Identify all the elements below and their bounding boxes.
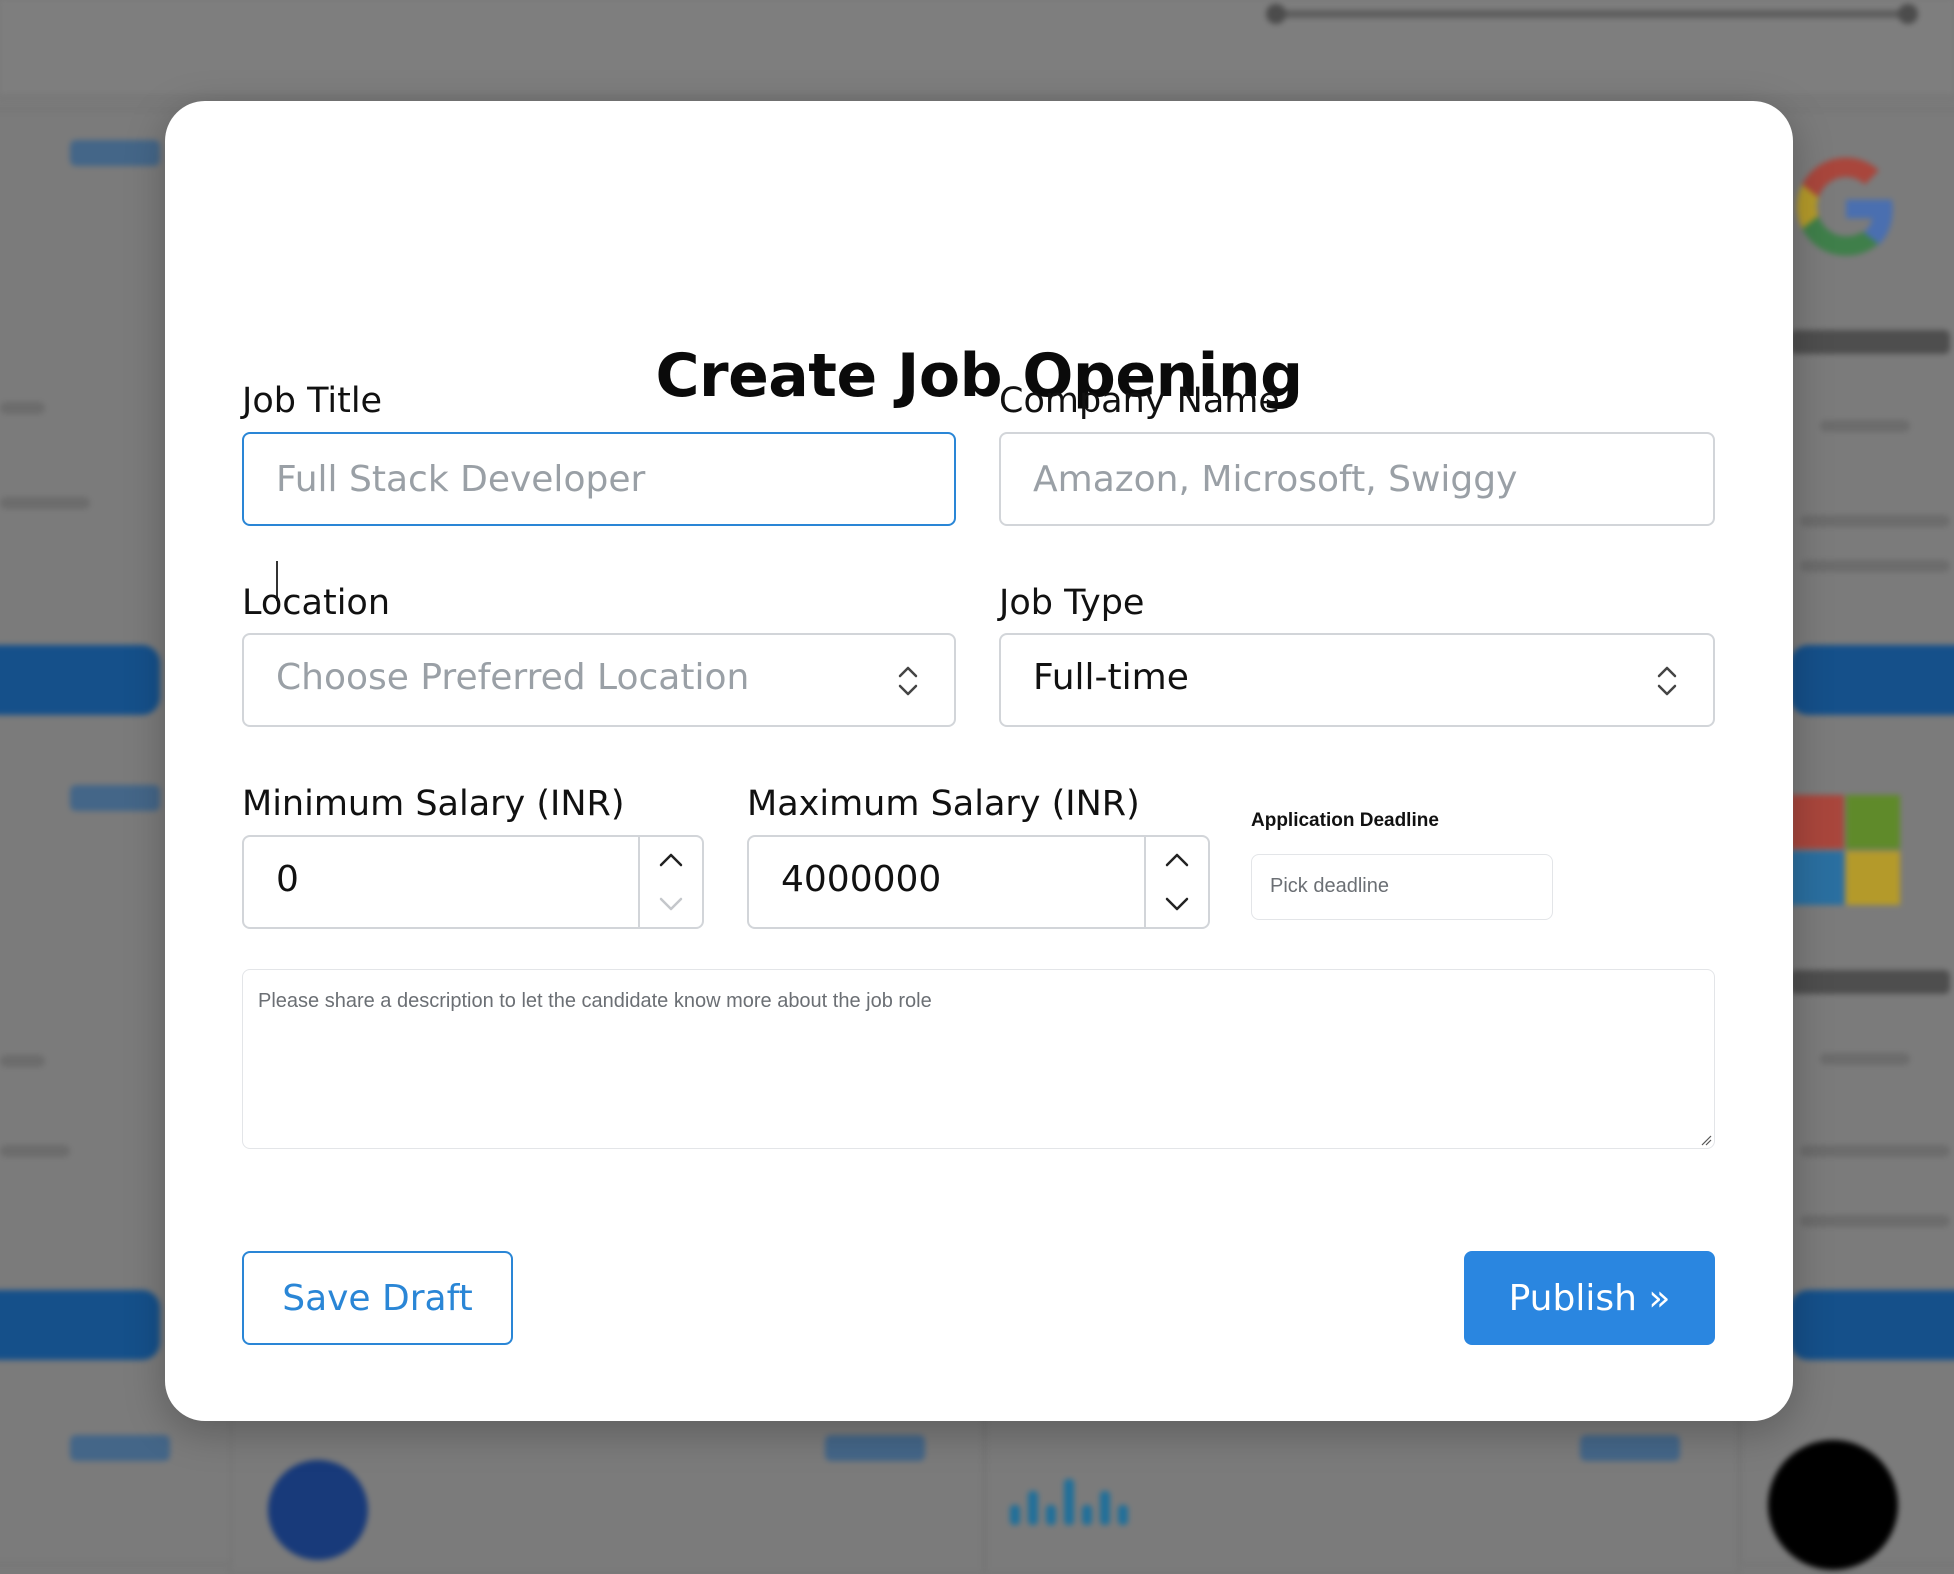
background-text bbox=[0, 402, 45, 414]
min-salary-spinner bbox=[638, 837, 702, 927]
max-salary-label: Maximum Salary (INR) bbox=[747, 784, 1140, 824]
min-salary-input[interactable]: 0 bbox=[242, 835, 704, 929]
background-text bbox=[1800, 515, 1950, 527]
uber-logo bbox=[1768, 1440, 1898, 1570]
google-logo bbox=[1797, 157, 1893, 256]
background-text bbox=[0, 1145, 70, 1157]
background-apply-button bbox=[0, 1290, 160, 1360]
background-chip bbox=[70, 785, 160, 811]
background-text bbox=[1800, 1145, 1950, 1157]
microsoft-logo-tile bbox=[1846, 795, 1900, 849]
cisco-logo-bar bbox=[1100, 1491, 1110, 1525]
background-chip bbox=[1580, 1435, 1680, 1461]
location-select-value: Choose Preferred Location bbox=[276, 657, 750, 698]
deadline-picker[interactable]: Pick deadline bbox=[1251, 854, 1553, 920]
chevron-up-down-icon bbox=[898, 666, 918, 696]
description-textarea[interactable]: Please share a description to let the ca… bbox=[242, 969, 1715, 1149]
cisco-logo-bar bbox=[1064, 1479, 1074, 1525]
background-text bbox=[1820, 1053, 1910, 1065]
min-salary-value: 0 bbox=[276, 859, 299, 900]
cisco-logo bbox=[1010, 1465, 1140, 1525]
chevron-up-icon[interactable] bbox=[1163, 851, 1191, 869]
cisco-logo-bar bbox=[1046, 1505, 1056, 1525]
chevron-down-icon[interactable] bbox=[657, 895, 685, 913]
publish-button[interactable]: Publish » bbox=[1464, 1251, 1715, 1345]
background-topbar bbox=[0, 0, 1954, 97]
background-apply-button bbox=[1790, 645, 1954, 715]
job-type-label: Job Type bbox=[999, 583, 1145, 623]
cisco-logo-bar bbox=[1010, 1505, 1020, 1525]
resize-handle-icon[interactable] bbox=[1700, 1134, 1712, 1146]
microsoft-logo-tile bbox=[1790, 795, 1844, 849]
min-salary-label: Minimum Salary (INR) bbox=[242, 784, 625, 824]
background-chip bbox=[70, 1435, 170, 1461]
create-job-modal: Create Job Opening Job Title Company Nam… bbox=[165, 101, 1793, 1421]
background-text bbox=[0, 497, 90, 509]
cisco-logo-bar bbox=[1028, 1491, 1038, 1525]
max-salary-value: 4000000 bbox=[781, 859, 942, 900]
company-name-label: Company Name bbox=[999, 381, 1280, 421]
background-apply-button bbox=[1790, 1290, 1954, 1360]
modal-title: Create Job Opening bbox=[655, 341, 1303, 411]
background-text bbox=[1800, 1215, 1950, 1227]
max-salary-spinner bbox=[1144, 837, 1208, 927]
location-label: Location bbox=[242, 583, 391, 623]
job-title-label: Job Title bbox=[242, 381, 383, 421]
description-placeholder: Please share a description to let the ca… bbox=[258, 990, 932, 1012]
location-select[interactable]: Choose Preferred Location bbox=[242, 633, 956, 727]
background-chip bbox=[70, 140, 160, 166]
job-title-input[interactable] bbox=[242, 432, 956, 526]
cisco-logo-bar bbox=[1082, 1505, 1092, 1525]
cisco-logo-bar bbox=[1118, 1505, 1128, 1525]
chevron-up-down-icon bbox=[1657, 666, 1677, 696]
microsoft-logo-tile bbox=[1846, 851, 1900, 905]
microsoft-logo bbox=[1790, 795, 1900, 905]
background-text bbox=[1820, 420, 1910, 432]
chevron-up-icon[interactable] bbox=[657, 851, 685, 869]
chevron-down-icon[interactable] bbox=[1163, 895, 1191, 913]
save-draft-button[interactable]: Save Draft bbox=[242, 1251, 513, 1345]
background-slider bbox=[1266, 4, 1918, 24]
job-type-select-value: Full-time bbox=[1033, 657, 1189, 698]
deadline-placeholder: Pick deadline bbox=[1270, 875, 1389, 897]
background-slider-knob bbox=[1898, 4, 1918, 24]
background-text bbox=[1800, 560, 1950, 572]
company-logo bbox=[268, 1460, 368, 1560]
company-name-input[interactable] bbox=[999, 432, 1715, 526]
deadline-label: Application Deadline bbox=[1251, 810, 1439, 831]
background-text bbox=[0, 1055, 45, 1067]
background-heading bbox=[1790, 970, 1950, 994]
background-heading bbox=[1790, 330, 1950, 354]
job-type-select[interactable]: Full-time bbox=[999, 633, 1715, 727]
microsoft-logo-tile bbox=[1790, 851, 1844, 905]
max-salary-input[interactable]: 4000000 bbox=[747, 835, 1210, 929]
background-chip bbox=[825, 1435, 925, 1461]
background-slider-knob bbox=[1266, 4, 1286, 24]
background-apply-button bbox=[0, 645, 160, 715]
